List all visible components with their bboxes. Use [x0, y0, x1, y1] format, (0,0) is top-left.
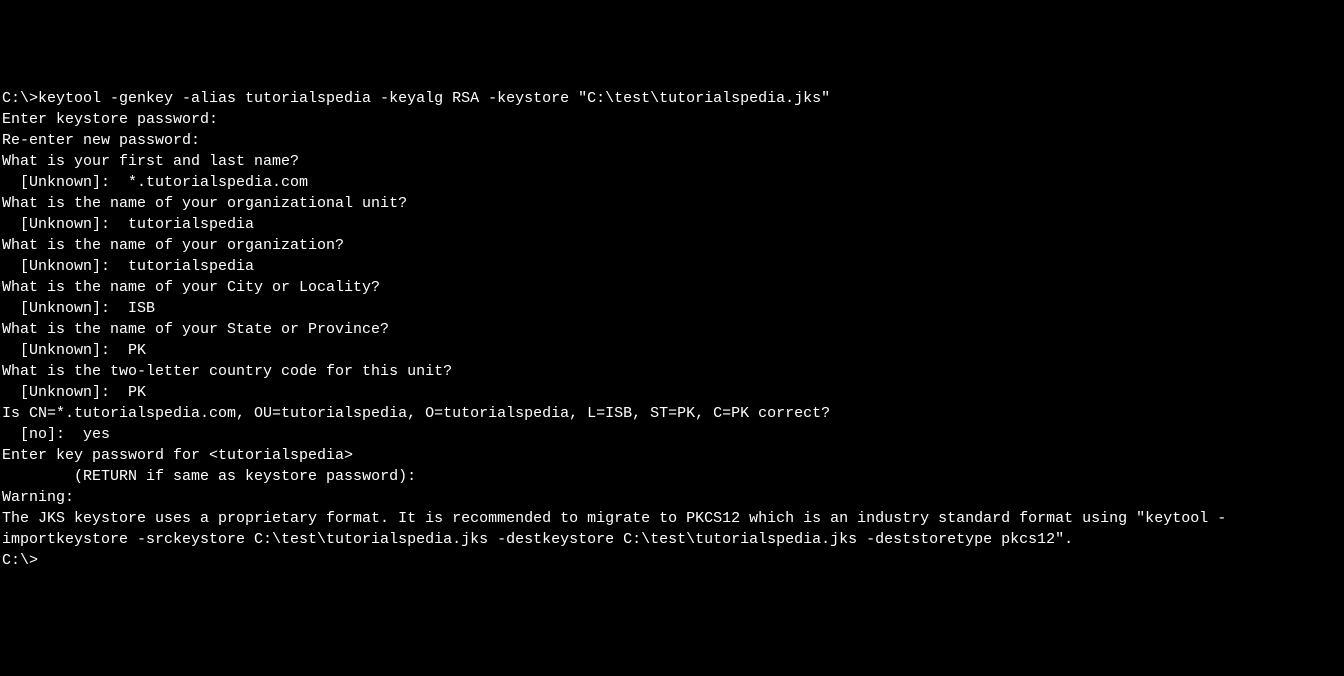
terminal-line: Is CN=*.tutorialspedia.com, OU=tutorials…	[2, 403, 1342, 424]
terminal-line: (RETURN if same as keystore password):	[2, 466, 1342, 487]
terminal-line: [Unknown]: *.tutorialspedia.com	[2, 172, 1342, 193]
terminal-line: C:\>keytool -genkey -alias tutorialspedi…	[2, 88, 1342, 109]
terminal-line: [Unknown]: PK	[2, 382, 1342, 403]
terminal-output[interactable]: C:\>keytool -genkey -alias tutorialspedi…	[2, 88, 1342, 571]
terminal-line: [Unknown]: tutorialspedia	[2, 256, 1342, 277]
terminal-line: [Unknown]: tutorialspedia	[2, 214, 1342, 235]
terminal-line: The JKS keystore uses a proprietary form…	[2, 508, 1342, 550]
terminal-line: What is the name of your State or Provin…	[2, 319, 1342, 340]
terminal-line: [no]: yes	[2, 424, 1342, 445]
terminal-line: [Unknown]: ISB	[2, 298, 1342, 319]
terminal-line: Enter key password for <tutorialspedia>	[2, 445, 1342, 466]
terminal-line: Warning:	[2, 487, 1342, 508]
command-prompt[interactable]: C:\>	[2, 550, 1342, 571]
terminal-line: Re-enter new password:	[2, 130, 1342, 151]
terminal-line: What is the two-letter country code for …	[2, 361, 1342, 382]
terminal-line: [Unknown]: PK	[2, 340, 1342, 361]
terminal-line: What is the name of your City or Localit…	[2, 277, 1342, 298]
terminal-line: What is your first and last name?	[2, 151, 1342, 172]
terminal-line: Enter keystore password:	[2, 109, 1342, 130]
terminal-line: What is the name of your organization?	[2, 235, 1342, 256]
terminal-line: What is the name of your organizational …	[2, 193, 1342, 214]
